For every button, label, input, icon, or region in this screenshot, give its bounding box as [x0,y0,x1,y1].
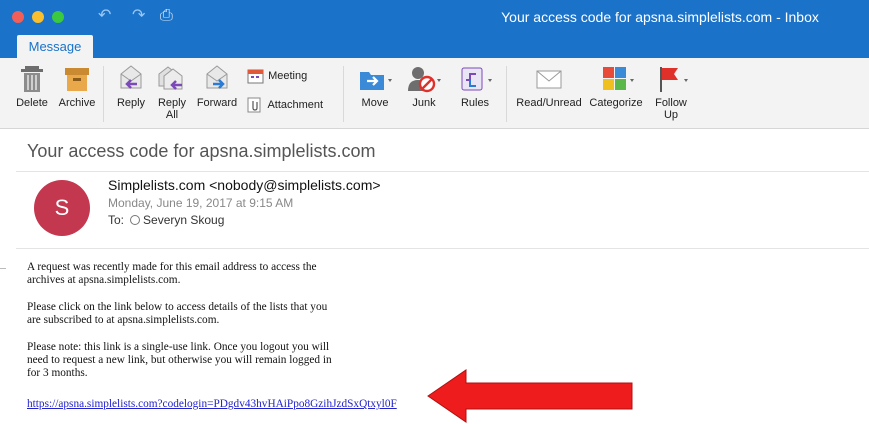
junk-button[interactable]: Junk [404,64,444,109]
forward-icon [206,65,228,89]
archive-label: Archive [58,97,96,109]
recipient-name[interactable]: Severyn Skoug [143,213,224,227]
body-line: A request was recently made for this ema… [27,261,317,273]
move-button[interactable]: Move [355,64,395,109]
body-paragraph-1: A request was recently made for this ema… [27,261,357,287]
access-code-link[interactable]: https://apsna.simplelists.com?codelogin=… [27,398,397,410]
paperclip-icon [247,97,261,113]
rules-label: Rules [460,97,490,109]
archive-box-icon [65,68,89,91]
body-line: archives at apsna.simplelists.com. [27,274,181,286]
body-line: need to request a new link, but otherwis… [27,354,332,366]
move-label: Move [361,97,389,109]
header-divider [16,171,869,172]
follow-up-label-line2: Up [663,109,679,121]
body-line: Please note: this link is a single-use l… [27,341,330,353]
recipient-row: To: Severyn Skoug [108,213,224,227]
reply-all-label-line1: Reply [157,97,187,109]
sender-address[interactable]: Simplelists.com <nobody@simplelists.com> [108,177,381,193]
ribbon-divider [343,66,344,122]
attachment-label: Attachment [267,98,324,111]
minimize-window-button[interactable] [32,11,44,23]
body-line: Please click on the link below to access… [27,301,328,313]
calendar-icon [247,69,264,84]
ribbon-toolbar: Delete Archive Reply Reply All Forward M… [0,58,869,129]
header-divider [16,248,869,249]
ribbon-divider [506,66,507,122]
delete-label: Delete [16,97,48,109]
move-folder-icon [360,72,392,90]
red-arrow-annotation [427,369,633,423]
to-label: To: [108,213,125,227]
reply-label: Reply [116,97,146,109]
archive-button[interactable]: Archive [56,64,98,109]
tab-message[interactable]: Message [17,35,93,58]
meeting-label: Meeting [268,69,308,82]
junk-icon [408,67,441,93]
presence-circle-icon [130,215,141,225]
rules-button[interactable]: Rules [453,64,497,109]
read-unread-label: Read/Unread [516,97,582,109]
rules-icon [461,67,492,91]
email-date: Monday, June 19, 2017 at 9:15 AM [108,196,294,210]
ribbon-divider [103,66,104,122]
close-window-button[interactable] [12,11,24,23]
reply-button[interactable]: Reply [113,64,149,109]
redo-icon[interactable]: ↷ [132,6,145,26]
categorize-icon [603,67,634,90]
body-line: for 3 months. [27,367,88,379]
flag-icon [660,67,688,92]
reply-all-label-line2: All [165,109,179,121]
envelope-icon [536,70,562,89]
delete-button[interactable]: Delete [12,64,52,109]
reply-icon [120,65,142,89]
print-icon[interactable]: ⎙ [160,6,173,26]
zoom-window-button[interactable] [52,11,64,23]
meeting-button[interactable]: Meeting [247,68,317,84]
categorize-button[interactable]: Categorize [586,64,646,109]
junk-label: Junk [412,97,436,109]
body-line: are subscribed to at apsna.simplelists.c… [27,314,220,326]
pane-edge-mark [0,268,6,269]
attachment-button[interactable]: Attachment [247,97,333,113]
window-title: Your access code for apsna.simplelists.c… [501,9,819,25]
follow-up-button[interactable]: Follow Up [648,64,694,121]
follow-up-label-line1: Follow [655,97,687,109]
body-paragraph-3: Please note: this link is a single-use l… [27,341,357,380]
reply-all-button[interactable]: Reply All [153,64,191,121]
body-paragraph-2: Please click on the link below to access… [27,301,357,327]
read-unread-button[interactable]: Read/Unread [514,64,584,109]
forward-label: Forward [196,97,238,109]
email-subject: Your access code for apsna.simplelists.c… [27,141,376,161]
undo-icon[interactable]: ↶ [98,6,111,26]
forward-button[interactable]: Forward [195,64,239,109]
title-bar: ↶ ↷ ⎙ Your access code for apsna.simplel… [0,0,869,58]
avatar[interactable]: S [34,180,90,236]
trash-icon [21,66,43,92]
categorize-label: Categorize [589,97,643,109]
reply-all-icon [158,66,183,90]
